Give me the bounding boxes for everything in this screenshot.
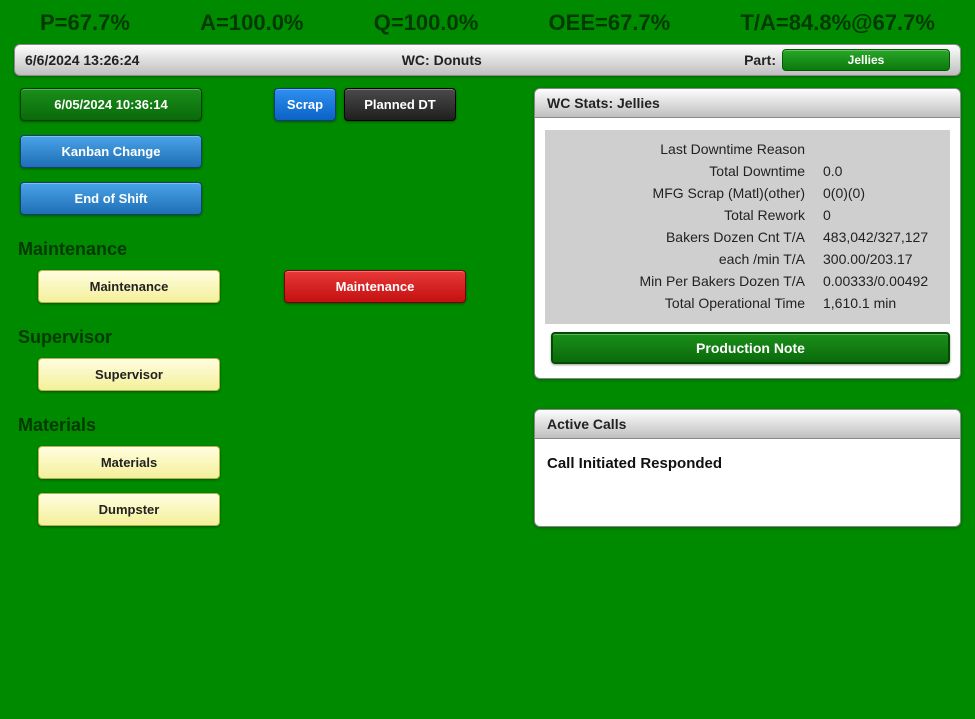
dumpster-button[interactable]: Dumpster: [38, 493, 220, 526]
wc-stats-panel: WC Stats: Jellies Last Downtime ReasonTo…: [534, 88, 961, 379]
stats-value: 0(0)(0): [823, 182, 950, 204]
scrap-button[interactable]: Scrap: [274, 88, 336, 121]
stats-value: [823, 138, 950, 160]
stats-label: MFG Scrap (Matl)(other): [545, 182, 823, 204]
section-maintenance-title: Maintenance: [18, 239, 534, 260]
stats-row: Min Per Bakers Dozen T/A0.00333/0.00492: [545, 270, 950, 292]
stats-row: Bakers Dozen Cnt T/A483,042/327,127: [545, 226, 950, 248]
stats-label: Bakers Dozen Cnt T/A: [545, 226, 823, 248]
metric-p: P=67.7%: [40, 10, 130, 36]
metric-a: A=100.0%: [200, 10, 303, 36]
active-calls-panel: Active Calls Call Initiated Responded: [534, 409, 961, 527]
section-materials-title: Materials: [18, 415, 534, 436]
stats-value: 0.00333/0.00492: [823, 270, 950, 292]
active-calls-title: Active Calls: [535, 410, 960, 439]
supervisor-button[interactable]: Supervisor: [38, 358, 220, 391]
stats-row: Total Rework0: [545, 204, 950, 226]
stats-label: Last Downtime Reason: [545, 138, 823, 160]
header-bar: 6/6/2024 13:26:24 WC: Donuts Part: Jelli…: [14, 44, 961, 76]
stats-label: Min Per Bakers Dozen T/A: [545, 270, 823, 292]
stats-row: Total Downtime0.0: [545, 160, 950, 182]
header-wc: WC: Donuts: [139, 52, 744, 68]
stats-value: 1,610.1 min: [823, 292, 950, 314]
part-badge[interactable]: Jellies: [782, 49, 950, 71]
stats-label: each /min T/A: [545, 248, 823, 270]
stats-row: MFG Scrap (Matl)(other)0(0)(0): [545, 182, 950, 204]
planned-dt-button[interactable]: Planned DT: [344, 88, 456, 121]
stats-value: 483,042/327,127: [823, 226, 950, 248]
materials-button[interactable]: Materials: [38, 446, 220, 479]
wc-stats-table: Last Downtime ReasonTotal Downtime0.0MFG…: [545, 130, 950, 324]
stats-value: 0: [823, 204, 950, 226]
maintenance-button[interactable]: Maintenance: [38, 270, 220, 303]
metric-ta: T/A=84.8%@67.7%: [740, 10, 935, 36]
metric-oee: OEE=67.7%: [549, 10, 671, 36]
metric-q: Q=100.0%: [374, 10, 479, 36]
maintenance-alert-button[interactable]: Maintenance: [284, 270, 466, 303]
wc-stats-title: WC Stats: Jellies: [535, 89, 960, 118]
kanban-change-button[interactable]: Kanban Change: [20, 135, 202, 168]
header-datetime: 6/6/2024 13:26:24: [25, 52, 139, 68]
stats-label: Total Operational Time: [545, 292, 823, 314]
end-of-shift-button[interactable]: End of Shift: [20, 182, 202, 215]
header-part-label: Part:: [744, 52, 776, 68]
stats-row: Total Operational Time1,610.1 min: [545, 292, 950, 314]
stats-value: 0.0: [823, 160, 950, 182]
stats-row: Last Downtime Reason: [545, 138, 950, 160]
timestamp-button[interactable]: 6/05/2024 10:36:14: [20, 88, 202, 121]
stats-label: Total Rework: [545, 204, 823, 226]
section-supervisor-title: Supervisor: [18, 327, 534, 348]
metrics-bar: P=67.7% A=100.0% Q=100.0% OEE=67.7% T/A=…: [0, 0, 975, 44]
stats-row: each /min T/A300.00/203.17: [545, 248, 950, 270]
stats-value: 300.00/203.17: [823, 248, 950, 270]
stats-label: Total Downtime: [545, 160, 823, 182]
production-note-button[interactable]: Production Note: [551, 332, 950, 364]
active-calls-text: Call Initiated Responded: [545, 451, 950, 512]
